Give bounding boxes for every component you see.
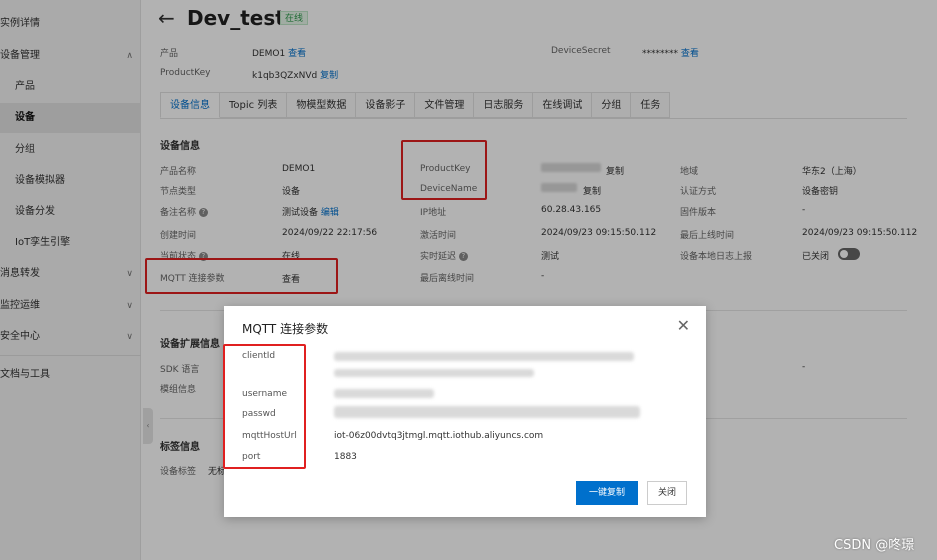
close-button[interactable]: 关闭 (647, 481, 687, 505)
close-icon[interactable]: ✕ (677, 316, 690, 335)
redacted-clientid (334, 369, 534, 377)
redacted-clientid (334, 352, 634, 361)
mqtt-params-dialog: MQTT 连接参数 ✕ clientId username passwd mqt… (223, 306, 706, 517)
redacted-username (334, 389, 434, 398)
dialog-title: MQTT 连接参数 (242, 322, 329, 336)
watermark: CSDN @咚璟 (834, 538, 915, 553)
redacted-passwd (334, 406, 640, 418)
annotation-box-params (223, 344, 306, 469)
mqtt-host-value: iot-06z00dvtq3jtmgl.mqtt.iothub.aliyuncs… (334, 431, 544, 441)
port-value: 1883 (334, 452, 357, 462)
copy-all-button[interactable]: 一键复制 (576, 481, 638, 505)
